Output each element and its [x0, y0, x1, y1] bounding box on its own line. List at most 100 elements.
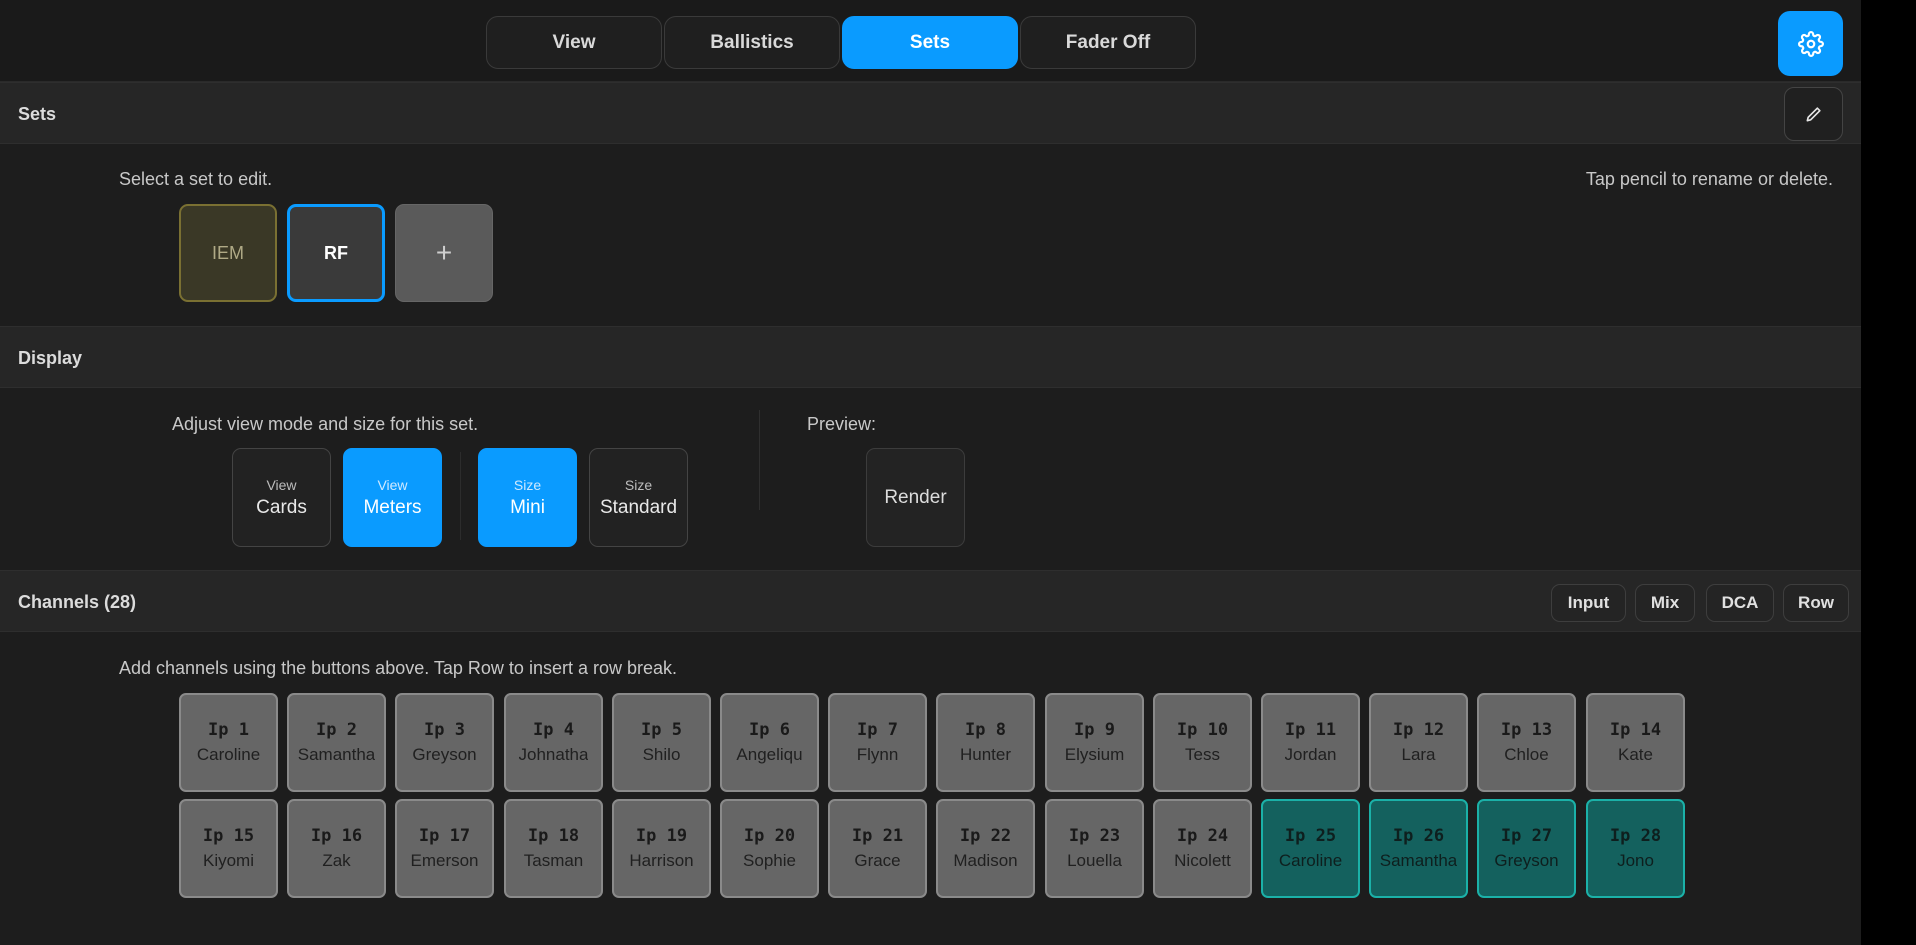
- channel-name: Louella: [1067, 851, 1122, 870]
- channel-name: Jono: [1617, 851, 1654, 870]
- channel-tile[interactable]: Ip 15 Kiyomi: [179, 799, 278, 898]
- display-hint: Adjust view mode and size for this set.: [172, 414, 479, 434]
- size-standard-button[interactable]: Size Standard: [589, 448, 688, 547]
- preview-label: Preview:: [807, 414, 877, 434]
- channel-name: Shilo: [642, 745, 681, 764]
- sets-hint: Select a set to edit.: [119, 169, 273, 189]
- display-section-title: Display: [18, 348, 83, 368]
- channel-name: Harrison: [629, 851, 694, 870]
- size-mini-label: Mini: [510, 496, 545, 518]
- channel-tile[interactable]: Ip 7 Flynn: [828, 693, 927, 792]
- sets-section-body: [0, 144, 1861, 326]
- channel-name: Nicolett: [1174, 851, 1231, 870]
- size-mini-button[interactable]: Size Mini: [478, 448, 577, 547]
- channel-tile[interactable]: Ip 25 Caroline: [1261, 799, 1360, 898]
- channel-tile[interactable]: Ip 22 Madison: [936, 799, 1035, 898]
- channel-tile[interactable]: Ip 12 Lara: [1369, 693, 1468, 792]
- tab-fader-off[interactable]: Fader Off: [1020, 16, 1196, 69]
- add-row-button[interactable]: Row: [1783, 584, 1849, 622]
- sets-hint-right: Tap pencil to rename or delete.: [1585, 169, 1833, 189]
- channels-section-title: Channels (28): [18, 592, 137, 612]
- channel-tile[interactable]: Ip 9 Elysium: [1045, 693, 1144, 792]
- channel-name: Grace: [854, 851, 901, 870]
- view-meters-button[interactable]: View Meters: [343, 448, 442, 547]
- channel-id: Ip 7: [857, 720, 898, 740]
- channel-name: Hunter: [959, 745, 1012, 764]
- set-tile-iem[interactable]: IEM: [179, 204, 277, 302]
- channel-id: Ip 4: [533, 720, 574, 740]
- channel-name: Kiyomi: [202, 851, 254, 870]
- channel-name: Lara: [1401, 745, 1436, 764]
- channel-name: Tasman: [523, 851, 584, 870]
- channel-id: Ip 15: [202, 826, 255, 846]
- add-dca-button[interactable]: DCA: [1706, 584, 1774, 622]
- preview-render-tile[interactable]: Render: [866, 448, 965, 547]
- channel-tile[interactable]: Ip 24 Nicolett: [1153, 799, 1252, 898]
- channel-tile[interactable]: Ip 18 Tasman: [504, 799, 603, 898]
- channel-name: Madison: [953, 851, 1018, 870]
- channel-name: Greyson: [412, 745, 477, 764]
- set-tile-rf[interactable]: RF: [287, 204, 385, 302]
- channel-tile[interactable]: Ip 21 Grace: [828, 799, 927, 898]
- channel-name: Kate: [1618, 745, 1653, 764]
- channel-id: Ip 9: [1074, 720, 1115, 740]
- sets-section-title: Sets: [18, 104, 57, 124]
- channel-tile[interactable]: Ip 3 Greyson: [395, 693, 494, 792]
- channel-id: Ip 13: [1500, 720, 1553, 740]
- channel-id: Ip 1: [208, 720, 249, 740]
- channel-tile[interactable]: Ip 14 Kate: [1586, 693, 1685, 792]
- channel-tile[interactable]: Ip 26 Samantha: [1369, 799, 1468, 898]
- tab-ballistics[interactable]: Ballistics: [664, 16, 840, 69]
- view-cards-button[interactable]: View Cards: [232, 448, 331, 547]
- channel-id: Ip 2: [316, 720, 357, 740]
- tab-sets[interactable]: Sets: [842, 16, 1018, 69]
- channel-name: Zak: [322, 851, 351, 870]
- channel-name: Johnatha: [518, 745, 589, 764]
- channel-id: Ip 3: [424, 720, 465, 740]
- app-window: View Ballistics Sets Fader Off Sets Sele…: [0, 0, 1861, 945]
- channel-tile[interactable]: Ip 19 Harrison: [612, 799, 711, 898]
- channel-id: Ip 11: [1284, 720, 1337, 740]
- channel-tile[interactable]: Ip 1 Caroline: [179, 693, 278, 792]
- add-mix-button[interactable]: Mix: [1635, 584, 1695, 622]
- add-set-button[interactable]: +: [395, 204, 493, 302]
- channel-id: Ip 24: [1176, 826, 1229, 846]
- channel-tile[interactable]: Ip 10 Tess: [1153, 693, 1252, 792]
- channel-tile[interactable]: Ip 16 Zak: [287, 799, 386, 898]
- tab-view[interactable]: View: [486, 16, 662, 69]
- channel-tile[interactable]: Ip 20 Sophie: [720, 799, 819, 898]
- channel-tile[interactable]: Ip 23 Louella: [1045, 799, 1144, 898]
- settings-button[interactable]: [1778, 11, 1843, 76]
- channel-name: Flynn: [856, 745, 899, 764]
- channel-id: Ip 19: [635, 826, 688, 846]
- channel-tile[interactable]: Ip 13 Chloe: [1477, 693, 1576, 792]
- channel-id: Ip 5: [641, 720, 682, 740]
- channel-tile[interactable]: Ip 4 Johnatha: [504, 693, 603, 792]
- channel-name: Samantha: [1379, 851, 1458, 870]
- channel-tile[interactable]: Ip 8 Hunter: [936, 693, 1035, 792]
- channel-tile[interactable]: Ip 17 Emerson: [395, 799, 494, 898]
- channel-name: Greyson: [1494, 851, 1559, 870]
- edit-set-button[interactable]: [1784, 87, 1843, 141]
- screen-edge: [1861, 0, 1916, 945]
- channel-id: Ip 26: [1392, 826, 1445, 846]
- channel-id: Ip 16: [310, 826, 363, 846]
- channel-tile[interactable]: Ip 11 Jordan: [1261, 693, 1360, 792]
- channel-name: Caroline: [1278, 851, 1343, 870]
- display-section-header: Display: [0, 326, 1861, 388]
- top-bar: View Ballistics Sets Fader Off: [0, 0, 1861, 82]
- channel-id: Ip 10: [1176, 720, 1229, 740]
- gear-icon: [1797, 30, 1824, 57]
- channel-tile[interactable]: Ip 6 Angeliqu: [720, 693, 819, 792]
- channel-name: Jordan: [1284, 745, 1337, 764]
- view-cards-kind: View: [266, 476, 297, 493]
- view-cards-label: Cards: [256, 496, 307, 518]
- size-standard-label: Standard: [599, 496, 678, 518]
- channel-tile[interactable]: Ip 5 Shilo: [612, 693, 711, 792]
- channel-tile[interactable]: Ip 2 Samantha: [287, 693, 386, 792]
- view-meters-label: Meters: [363, 496, 422, 518]
- add-input-button[interactable]: Input: [1551, 584, 1626, 622]
- channel-tile[interactable]: Ip 27 Greyson: [1477, 799, 1576, 898]
- channel-tile[interactable]: Ip 28 Jono: [1586, 799, 1685, 898]
- sets-section-header: Sets: [0, 82, 1861, 144]
